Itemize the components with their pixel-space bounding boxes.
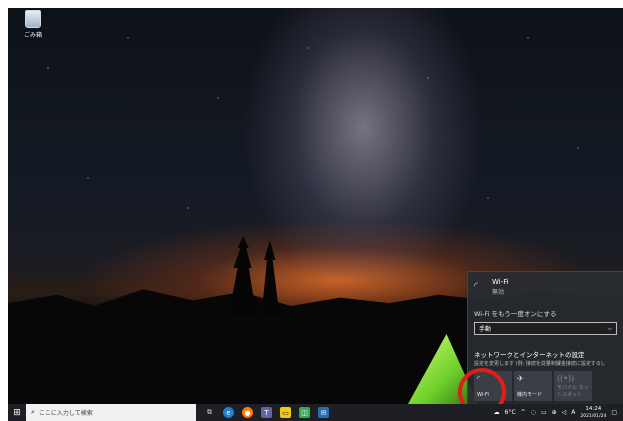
mobile-hotspot-tile[interactable]: ((•)) モバイル ホットスポット (554, 371, 592, 401)
edge-browser-icon[interactable]: e (223, 407, 234, 418)
task-view-icon[interactable]: ⧉ (204, 407, 215, 418)
volume-icon[interactable]: ◁ (562, 409, 567, 416)
battery-icon[interactable]: ▭ (541, 409, 547, 416)
weather-temp[interactable]: 6°C (505, 409, 516, 416)
clock-date: 2021/01/24 (580, 413, 607, 419)
notification-icon[interactable]: ▢ (611, 409, 617, 416)
wifi-off-icon: ◜ (474, 281, 478, 292)
hotspot-icon: ((•)) (557, 374, 575, 383)
search-placeholder: ここに入力して検索 (38, 410, 93, 417)
weather-icon[interactable]: ☁ (494, 409, 500, 416)
file-explorer-icon[interactable]: ▭ (280, 407, 291, 418)
recycle-bin-desktop-icon[interactable]: ごみ箱 (19, 10, 47, 39)
windows-logo-icon: ⊞ (13, 407, 21, 418)
store-icon[interactable]: ◫ (299, 407, 310, 418)
recycle-bin-label: ごみ箱 (23, 32, 42, 39)
wifi-reenable-select[interactable]: 手動 ⌵ (474, 322, 617, 335)
wifi-network-row[interactable]: ◜ Wi-Fi 無効 (474, 278, 617, 296)
language-icon[interactable]: ⊕ (552, 409, 557, 416)
network-settings-description: 設定を変更します (例: 接続を従量制課金接続に設定する)。 (474, 361, 608, 367)
chevron-down-icon: ⌵ (607, 324, 612, 332)
airplane-icon: ✈ (517, 374, 524, 383)
hotspot-tile-label: モバイル ホットスポット (557, 385, 589, 398)
teams-icon[interactable]: T (261, 407, 272, 418)
mail-icon[interactable]: ✉ (318, 407, 329, 418)
taskbar-pinned-apps: ⧉ e ● T ▭ ◫ ✉ (204, 407, 329, 418)
wifi-reenable-label: Wi-Fi をもう一度オンにする (474, 310, 557, 318)
taskbar-clock[interactable]: 14:24 2021/01/24 (580, 406, 606, 420)
ime-indicator[interactable]: A (571, 409, 575, 416)
wifi-status: 無効 (492, 289, 505, 296)
network-icon[interactable]: ◌ (531, 409, 536, 416)
firefox-icon[interactable]: ● (242, 407, 253, 418)
system-tray: ☁ 6°C ^ ◌ ▭ ⊕ ◁ A 14:24 2021/01/24 ▢ (494, 406, 623, 420)
clock-time: 14:24 (585, 405, 602, 412)
recycle-bin-icon (25, 10, 41, 28)
chevron-up-icon[interactable]: ^ (521, 409, 526, 416)
taskbar: ⊞ ⌕ ここに入力して検索 ⧉ e ● T ▭ ◫ ✉ ☁ 6°C ^ ◌ ▭ … (8, 404, 623, 421)
airplane-tile-label: 機内モード (517, 392, 543, 398)
search-icon: ⌕ (31, 408, 35, 416)
start-button[interactable]: ⊞ (8, 404, 26, 421)
wifi-reenable-value: 手動 (479, 326, 492, 333)
network-settings-link[interactable]: ネットワークとインターネットの設定 (474, 349, 617, 359)
wifi-name: Wi-Fi (492, 278, 509, 286)
airplane-mode-tile[interactable]: ✈ 機内モード (514, 371, 552, 401)
taskbar-search-box[interactable]: ⌕ ここに入力して検索 (26, 404, 196, 421)
